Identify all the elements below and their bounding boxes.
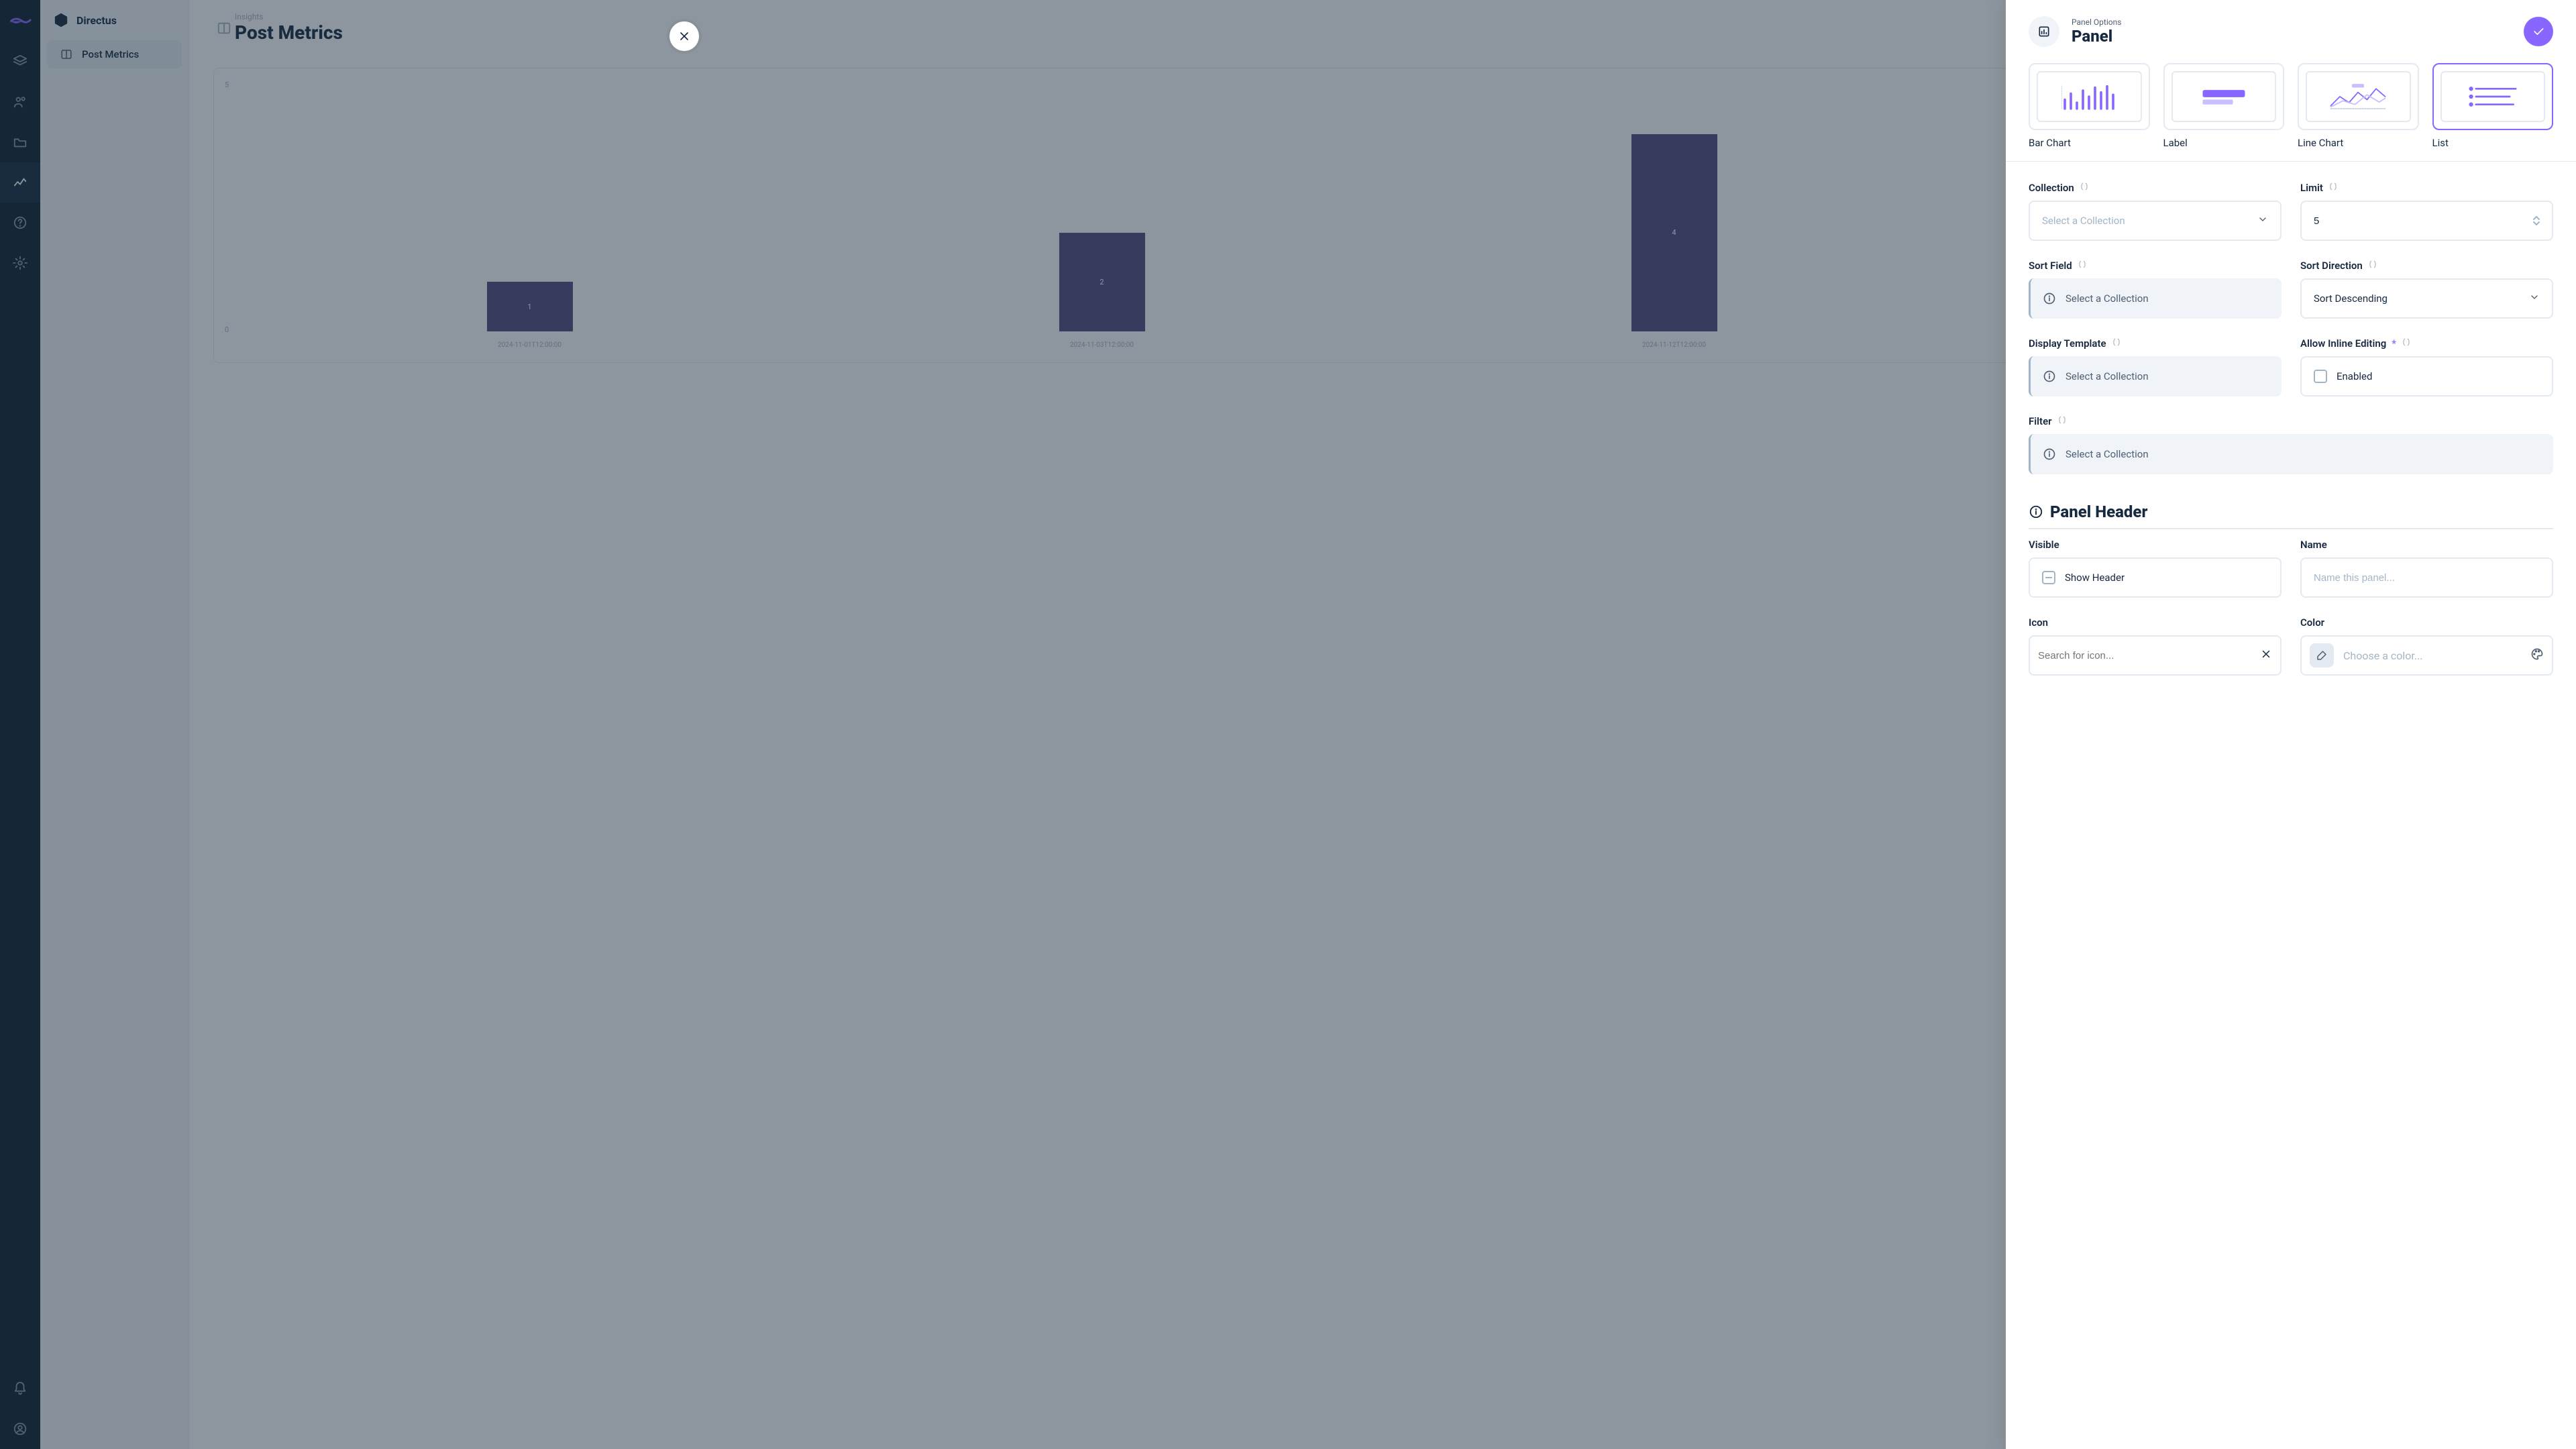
- field-icon: Icon: [2029, 616, 2282, 676]
- show-header-checkbox[interactable]: Show Header: [2029, 557, 2282, 598]
- panel-type-line-chart[interactable]: Line Chart: [2298, 63, 2419, 149]
- panel-options-drawer: Panel Options Panel Bar Chart Label Line…: [2006, 0, 2576, 1449]
- chevron-down-icon: [2257, 214, 2268, 227]
- drawer-subtitle: Panel Options: [2072, 17, 2121, 27]
- raw-toggle-icon[interactable]: [2112, 337, 2121, 350]
- chevron-down-icon: [2529, 292, 2540, 305]
- palette-icon[interactable]: [2530, 647, 2544, 663]
- raw-toggle-icon[interactable]: [2057, 415, 2067, 427]
- info-icon: [2029, 504, 2043, 519]
- panel-icon: [2029, 16, 2059, 47]
- panel-type-bar-chart[interactable]: Bar Chart: [2029, 63, 2150, 149]
- sort-direction-select[interactable]: Sort Descending: [2300, 278, 2553, 319]
- raw-toggle-icon[interactable]: [2402, 337, 2411, 350]
- icon-search-input[interactable]: [2029, 635, 2282, 676]
- enabled-checkbox[interactable]: Enabled: [2300, 356, 2553, 396]
- field-limit: Limit: [2300, 182, 2553, 241]
- field-allow-inline-editing: Allow Inline Editing * Enabled: [2300, 337, 2553, 396]
- field-filter: Filter Select a Collection: [2029, 415, 2553, 474]
- panel-type-list[interactable]: List: [2432, 63, 2554, 149]
- panel-type-label[interactable]: Label: [2163, 63, 2285, 149]
- section-panel-header: Panel Header: [2029, 502, 2553, 529]
- panel-name-input[interactable]: [2300, 557, 2553, 598]
- panel-type-label: List: [2432, 137, 2554, 149]
- raw-toggle-icon[interactable]: [2368, 260, 2377, 272]
- raw-toggle-icon[interactable]: [2080, 182, 2089, 194]
- field-sort-direction: Sort Direction Sort Descending: [2300, 260, 2553, 319]
- info-icon: [2043, 447, 2056, 461]
- raw-toggle-icon[interactable]: [2328, 182, 2338, 194]
- panel-type-label: Label: [2163, 137, 2285, 149]
- limit-input[interactable]: [2300, 201, 2553, 241]
- panel-type-label: Bar Chart: [2029, 137, 2150, 149]
- info-icon: [2043, 370, 2056, 383]
- info-icon: [2043, 292, 2056, 305]
- close-button[interactable]: [669, 21, 699, 51]
- drawer-title: Panel: [2072, 27, 2121, 46]
- clear-icon[interactable]: [2260, 648, 2272, 663]
- drawer-header: Panel Options Panel: [2006, 0, 2576, 63]
- field-collection: Collection Select a Collection: [2029, 182, 2282, 241]
- filter-notice: Select a Collection: [2029, 434, 2553, 474]
- field-visible: Visible Show Header: [2029, 539, 2282, 598]
- field-name: Name: [2300, 539, 2553, 598]
- sort-field-notice: Select a Collection: [2029, 278, 2282, 319]
- color-swatch-icon[interactable]: [2310, 643, 2334, 667]
- field-color: Color Choose a color...: [2300, 616, 2553, 676]
- display-template-notice: Select a Collection: [2029, 356, 2282, 396]
- panel-type-selector: Bar Chart Label Line Chart List: [2029, 63, 2553, 149]
- field-display-template: Display Template Select a Collection: [2029, 337, 2282, 396]
- panel-type-label: Line Chart: [2298, 137, 2419, 149]
- raw-toggle-icon[interactable]: [2078, 260, 2087, 272]
- number-stepper-icon[interactable]: [2533, 216, 2540, 225]
- confirm-button[interactable]: [2524, 17, 2553, 46]
- color-input[interactable]: Choose a color...: [2300, 635, 2553, 676]
- field-sort-field: Sort Field Select a Collection: [2029, 260, 2282, 319]
- collection-select[interactable]: Select a Collection: [2029, 201, 2282, 241]
